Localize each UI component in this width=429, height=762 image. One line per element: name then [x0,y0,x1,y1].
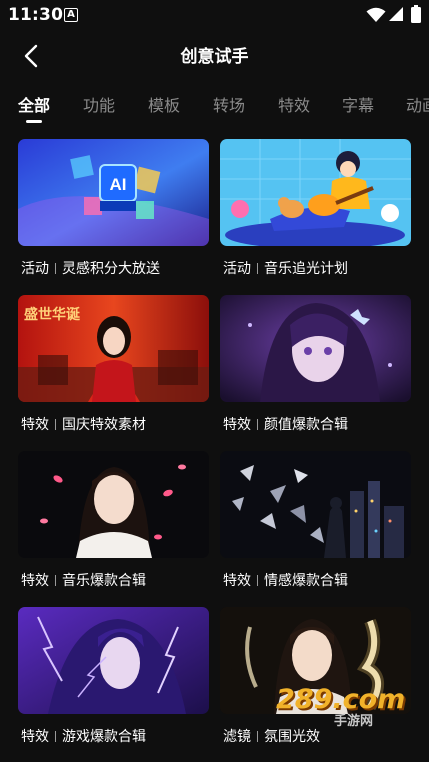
card-title: 灵感积分大放送 [62,261,160,277]
tab-animation[interactable]: 动画 [406,92,429,116]
thumbnail-ai-cube: AI [18,139,209,246]
card-category: 特效 [21,729,49,745]
card-category: 特效 [223,573,251,589]
card-caption: 特效 国庆特效素材 [21,414,146,434]
status-bar: 11:30 A [0,0,429,32]
screen: 11:30 A 创意试手 全部 功能 模板 转场 特效 字幕 动画 [0,0,429,762]
card-caption: 特效 颜值爆款合辑 [223,414,348,434]
thumbnail-anime-girl-purple [220,295,411,402]
card-title: 音乐追光计划 [264,261,348,277]
tab-features[interactable]: 功能 [83,92,115,116]
status-time: 11:30 [8,5,64,25]
card-category: 特效 [21,417,49,433]
card-caption: 活动 音乐追光计划 [223,258,348,278]
active-tab-indicator [26,120,42,123]
header: 创意试手 [0,32,429,78]
signal-icon [389,7,403,21]
tab-templates[interactable]: 模板 [148,92,180,116]
card-category: 活动 [223,261,251,277]
card-caption: 特效 游戏爆款合辑 [21,726,146,746]
caption-divider [257,263,258,274]
card-title: 氛围光效 [264,729,320,745]
card-title: 国庆特效素材 [62,417,146,433]
tab-subtitles[interactable]: 字幕 [342,92,374,116]
card-title: 颜值爆款合辑 [264,417,348,433]
caption-divider [55,419,56,430]
card-caption: 滤镜 氛围光效 [223,726,320,746]
caption-divider [257,731,258,742]
thumbnail-national-day-portrait: 盛世华诞 [18,295,209,402]
card-category: 滤镜 [223,729,251,745]
card-category: 活动 [21,261,49,277]
battery-icon [411,5,421,23]
page-title: 创意试手 [180,47,249,67]
caption-divider [55,731,56,742]
tab-transitions[interactable]: 转场 [213,92,245,116]
caption-divider [55,575,56,586]
thumbnail-guitar-illustration [220,139,411,246]
card-category: 特效 [223,417,251,433]
wifi-icon [366,7,386,22]
card-caption: 特效 音乐爆款合辑 [21,570,146,590]
tab-all[interactable]: 全部 [18,92,50,116]
thumbnail-shatter-city [220,451,411,558]
caption-divider [257,419,258,430]
caption-divider [55,263,56,274]
card-title: 情感爆款合辑 [264,573,348,589]
caption-divider [257,575,258,586]
ai-cube-label: AI [110,175,127,194]
card-title: 音乐爆款合辑 [62,573,146,589]
thumbnail-game-heroine-lightning [18,607,209,714]
thumbnail-portrait-glow [220,607,411,714]
thumbnail-portrait-petals [18,451,209,558]
national-day-text: 盛世华诞 [24,306,81,323]
card-caption: 特效 情感爆款合辑 [223,570,348,590]
card-caption: 活动 灵感积分大放送 [21,258,160,278]
card-title: 游戏爆款合辑 [62,729,146,745]
category-tabs: 全部 功能 模板 转场 特效 字幕 动画 [0,86,429,126]
tab-effects[interactable]: 特效 [278,92,310,116]
card-category: 特效 [21,573,49,589]
notification-a-icon: A [64,8,78,22]
